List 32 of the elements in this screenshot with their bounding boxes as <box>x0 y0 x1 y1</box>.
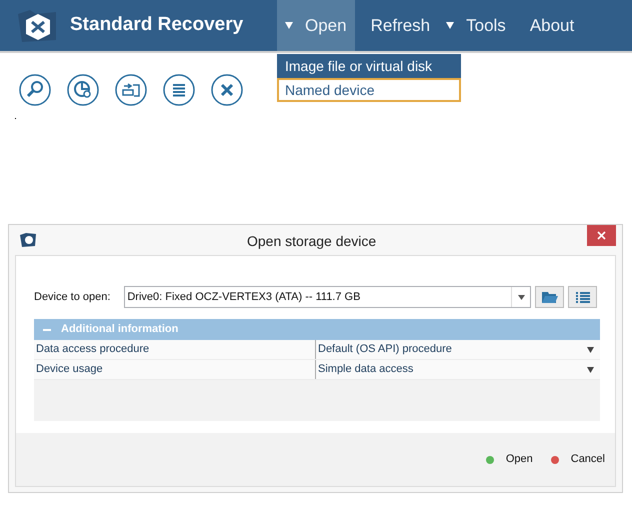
property-name: Device usage <box>34 360 316 379</box>
field-label: Device to open: <box>34 290 112 305</box>
caret-icon <box>587 346 594 352</box>
close-icon <box>597 231 606 240</box>
section-title: Additional information <box>61 322 178 338</box>
menu-item[interactable]: Open <box>277 0 355 51</box>
dropdown-value: Drive0: Fixed OCZ-VERTEX3 (ATA) -- 111.7 GB <box>126 290 362 305</box>
app-logo-icon <box>20 233 36 247</box>
caret-icon <box>587 366 594 372</box>
dialog-title: Open storage device <box>247 232 376 251</box>
pie-chart-icon[interactable] <box>67 74 99 106</box>
caret-icon <box>285 22 293 29</box>
property-dropdown[interactable]: Default (OS API) procedure <box>316 340 600 359</box>
close-icon[interactable] <box>211 74 243 106</box>
caret-icon <box>446 22 454 29</box>
property-dropdown[interactable]: Simple data access <box>316 360 600 379</box>
search-icon[interactable] <box>19 74 51 106</box>
list-icon <box>576 292 590 302</box>
list-icon[interactable] <box>163 74 195 106</box>
dialog-button[interactable]: Open <box>486 451 533 468</box>
drive-file-icon[interactable] <box>115 74 147 106</box>
dialog-button[interactable]: Cancel <box>550 451 605 468</box>
close-button[interactable] <box>587 225 616 246</box>
device-dropdown[interactable]: Drive0: Fixed OCZ-VERTEX3 (ATA) -- 111.7 GB <box>124 286 532 308</box>
property-name: Data access procedure <box>34 340 316 359</box>
caret-icon <box>518 294 525 300</box>
dropdown-item[interactable]: Named device <box>277 78 461 102</box>
folder-icon <box>542 291 558 303</box>
list-button[interactable] <box>568 286 598 308</box>
folder-button[interactable] <box>535 286 564 308</box>
dropdown-item[interactable]: Image file or virtual disk <box>277 54 461 78</box>
app-title: Standard Recovery <box>70 13 244 38</box>
